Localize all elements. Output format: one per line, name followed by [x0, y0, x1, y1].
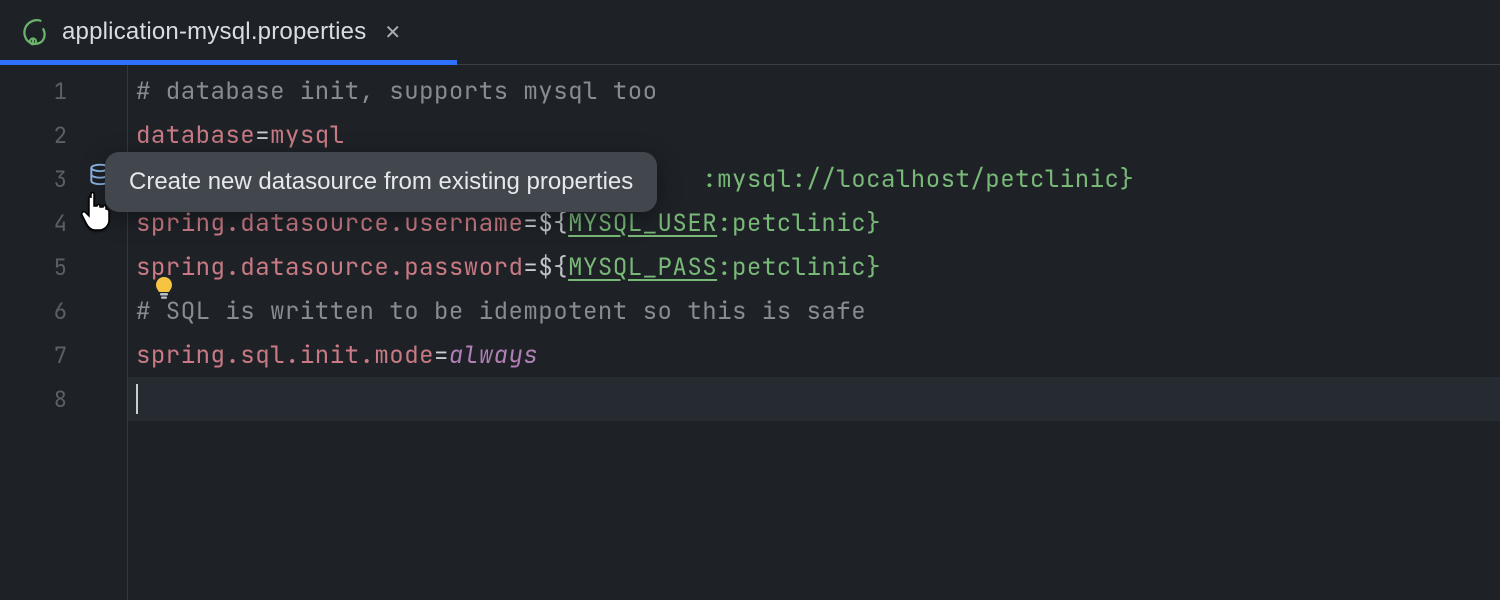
code-area[interactable]: # database init, supports mysql too data…: [128, 65, 1500, 600]
database-icon[interactable]: [87, 163, 113, 196]
code-line[interactable]: spring.datasource.url=${MYSQL_URL:jdbc:m…: [128, 157, 1500, 201]
line-number: 6: [0, 289, 127, 333]
line-number: 1: [0, 69, 127, 113]
code-line[interactable]: spring.sql.init.mode=always: [128, 333, 1500, 377]
tab-title: application-mysql.properties: [62, 18, 366, 46]
editor-tab[interactable]: application-mysql.properties ✕: [0, 0, 427, 64]
line-number: 4: [0, 201, 127, 245]
line-number: 2: [0, 113, 127, 157]
code-line[interactable]: # SQL is written to be idempotent so thi…: [128, 289, 1500, 333]
line-number: 8: [0, 377, 127, 421]
gutter: 1 2 3 4 5 6 7 8: [0, 65, 128, 600]
editor[interactable]: 1 2 3 4 5 6 7 8 # database init, support…: [0, 65, 1500, 600]
code-line[interactable]: # database init, supports mysql too: [128, 69, 1500, 113]
line-number: 7: [0, 333, 127, 377]
code-line[interactable]: spring.datasource.username=${MYSQL_USER:…: [128, 201, 1500, 245]
code-line-current[interactable]: [128, 377, 1500, 421]
spring-boot-file-icon: [18, 17, 48, 47]
text-caret: [136, 384, 138, 414]
tab-bar: application-mysql.properties ✕: [0, 0, 1500, 65]
code-line[interactable]: database=mysql: [128, 113, 1500, 157]
line-number: 3: [0, 157, 127, 201]
intention-bulb-icon[interactable]: [152, 275, 176, 303]
line-number: 5: [0, 245, 127, 289]
code-line[interactable]: spring.datasource.password=${MYSQL_PASS:…: [128, 245, 1500, 289]
close-icon[interactable]: ✕: [380, 16, 405, 49]
